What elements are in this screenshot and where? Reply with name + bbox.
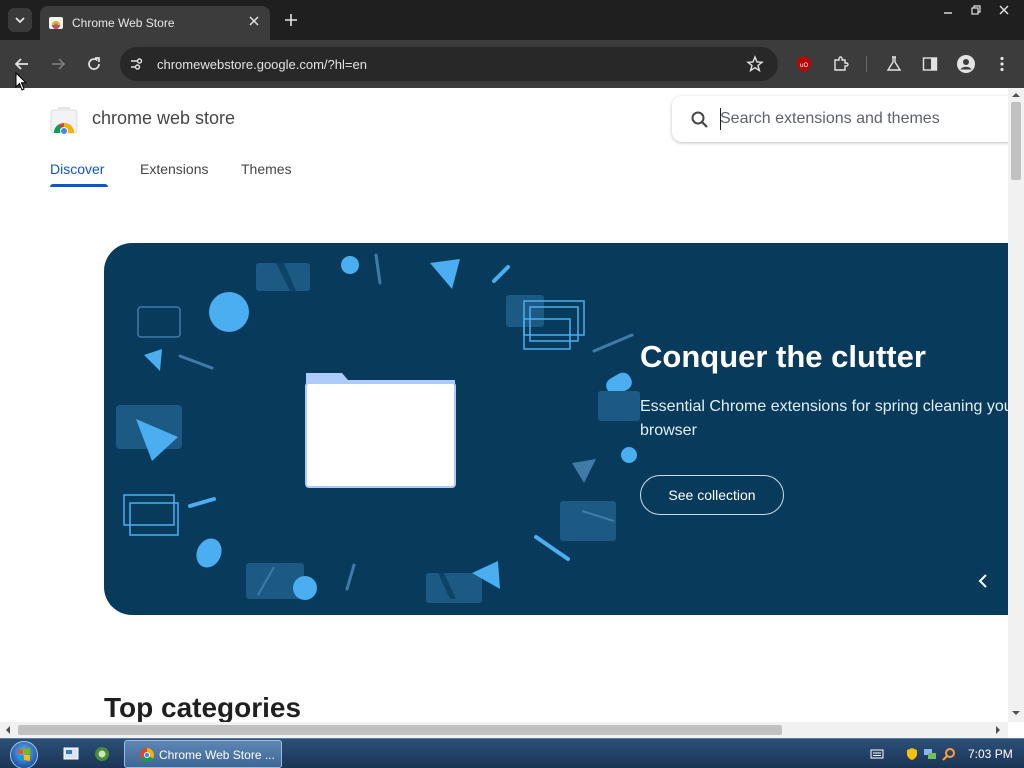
restore-button[interactable] <box>964 2 988 18</box>
browser-tab-bar: Chrome Web Store <box>0 0 1024 40</box>
scroll-right-arrow-icon[interactable] <box>993 725 1003 735</box>
system-clock: 7:03 PM <box>968 747 1013 761</box>
side-panel-icon <box>922 57 938 71</box>
profile-button[interactable] <box>956 54 976 74</box>
site-info-icon[interactable] <box>128 56 144 72</box>
close-tab-icon[interactable] <box>246 13 262 29</box>
flask-icon <box>886 56 902 71</box>
new-tab-icon[interactable] <box>282 11 300 29</box>
minimize-icon <box>944 12 952 14</box>
windows-logo-icon <box>18 748 30 761</box>
profile-avatar-icon <box>957 55 975 73</box>
start-button[interactable] <box>10 741 38 768</box>
carousel-prev-button[interactable] <box>972 569 996 593</box>
reload-button[interactable] <box>82 52 106 76</box>
windows-taskbar: Chrome Web Store ... 7:03 PM <box>0 738 1024 768</box>
minimize-button[interactable] <box>936 2 960 18</box>
bookmark-star-icon[interactable] <box>746 55 764 73</box>
browser-tab-active[interactable]: Chrome Web Store <box>40 6 270 40</box>
hero-banner: Conquer the clutter Essential Chrome ext… <box>104 243 1008 615</box>
search-input[interactable] <box>720 106 1000 132</box>
hero-subtitle: Essential Chrome extensions for spring c… <box>640 398 1008 439</box>
hero-title: Conquer the clutter <box>640 339 926 374</box>
close-icon <box>999 5 1009 15</box>
network-tray-icon[interactable] <box>923 747 937 761</box>
show-desktop-icon[interactable] <box>62 745 80 763</box>
search-tray-icon[interactable] <box>942 747 956 761</box>
hero-illustration <box>116 253 640 603</box>
window-controls <box>936 2 1016 18</box>
web-page: chrome web store Discover Extensions The… <box>0 88 1008 722</box>
puzzle-icon <box>834 56 849 71</box>
chrome-web-store-favicon-icon <box>49 17 63 29</box>
scroll-up-arrow-icon[interactable] <box>1011 90 1021 100</box>
see-collection-button[interactable]: See collection <box>640 475 784 515</box>
arrow-left-icon <box>14 58 28 70</box>
reload-icon <box>88 57 100 70</box>
address-url: chromewebstore.google.com/?hl=en <box>157 57 367 72</box>
labs-button[interactable] <box>884 54 904 74</box>
search-icon <box>691 111 708 128</box>
address-bar[interactable]: chromewebstore.google.com/?hl=en <box>120 47 778 81</box>
arrow-right-icon <box>52 58 66 70</box>
vertical-scrollbar[interactable] <box>1008 88 1024 722</box>
ublock-shield-icon: uO <box>797 56 811 72</box>
chrome-icon <box>140 748 154 762</box>
forward-button[interactable] <box>46 52 70 76</box>
top-categories-heading: Top categories <box>104 692 302 722</box>
chrome-menu-button[interactable] <box>992 54 1012 74</box>
chevron-left-icon <box>978 574 987 588</box>
keyboard-tray-icon[interactable] <box>870 747 884 761</box>
taskbar-window-label: Chrome Web Store ... <box>159 748 275 762</box>
store-brand-name[interactable]: chrome web store <box>92 108 235 129</box>
screen: Chrome Web Store chromewebstore.google.c… <box>0 0 1024 768</box>
tab-search-button[interactable] <box>8 8 32 32</box>
tab-themes[interactable]: Themes <box>241 161 292 177</box>
scroll-left-arrow-icon[interactable] <box>3 725 13 735</box>
switch-windows-icon[interactable] <box>93 745 111 763</box>
scroll-down-arrow-icon[interactable] <box>1011 708 1021 718</box>
horizontal-scrollbar[interactable] <box>0 722 1008 738</box>
store-search-box[interactable] <box>672 96 1008 142</box>
browser-toolbar: chromewebstore.google.com/?hl=en uO <box>0 40 1024 88</box>
tab-discover[interactable]: Discover <box>50 161 104 177</box>
chevron-down-icon <box>15 17 25 24</box>
folder-icon <box>305 373 456 488</box>
extensions-button[interactable] <box>831 54 851 74</box>
vertical-scroll-thumb[interactable] <box>1011 102 1021 180</box>
tab-extensions[interactable]: Extensions <box>140 161 208 177</box>
svg-text:uO: uO <box>800 62 809 69</box>
side-panel-button[interactable] <box>920 54 940 74</box>
close-window-button[interactable] <box>992 2 1016 18</box>
active-tab-indicator <box>50 184 108 187</box>
tab-title: Chrome Web Store <box>72 16 175 30</box>
chrome-web-store-logo-icon[interactable] <box>50 106 78 134</box>
more-vert-icon <box>1000 56 1004 72</box>
taskbar-chrome-window[interactable]: Chrome Web Store ... <box>124 740 282 768</box>
text-caret <box>720 108 721 130</box>
horizontal-scroll-thumb[interactable] <box>18 725 782 735</box>
mouse-pointer-icon <box>15 72 27 91</box>
security-shield-tray-icon[interactable] <box>905 747 919 761</box>
toolbar-separator <box>866 56 867 72</box>
ublock-extension-button[interactable]: uO <box>794 54 814 74</box>
restore-icon <box>971 5 981 15</box>
